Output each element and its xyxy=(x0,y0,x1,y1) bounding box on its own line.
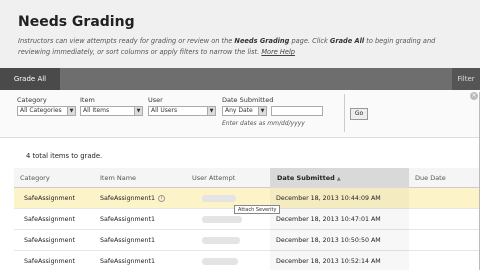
filter-divider xyxy=(344,94,345,132)
user-attempt-redacted xyxy=(202,237,240,244)
row-date-submitted: December 18, 2013 10:44:09 AM xyxy=(270,188,409,209)
date-format-hint: Enter dates as mm/dd/yyyy xyxy=(222,120,305,127)
category-select-value: All Categories xyxy=(20,107,62,114)
row-date-submitted: December 18, 2013 10:47:01 AM xyxy=(270,209,409,230)
row-category: SafeAssignment xyxy=(24,237,76,244)
column-header-date-submitted[interactable]: Date Submitted ▲ xyxy=(270,168,409,188)
date-select-value: Any Date xyxy=(225,107,253,114)
row-category: SafeAssignment xyxy=(24,216,76,223)
user-filter-label: User xyxy=(148,96,163,104)
chevron-down-icon: ▼ xyxy=(258,107,266,115)
table-header: Category Item Name User Attempt Date Sub… xyxy=(14,168,480,188)
chevron-down-icon: ▼ xyxy=(67,107,75,115)
filter-button[interactable]: Filter xyxy=(452,68,480,90)
user-attempt-redacted xyxy=(202,216,242,223)
chevron-down-icon: ▼ xyxy=(134,107,142,115)
category-filter-label: Category xyxy=(17,96,47,104)
date-submitted-label: Date Submitted xyxy=(277,174,335,182)
table-row[interactable]: SafeAssignment SafeAssignment1 December … xyxy=(14,251,480,270)
row-date-submitted: December 18, 2013 10:52:14 AM xyxy=(270,251,409,270)
close-icon[interactable]: × xyxy=(470,92,478,100)
row-item-label: SafeAssignment1 xyxy=(100,195,156,202)
row-item-name[interactable]: SafeAssignment1 xyxy=(100,251,155,270)
date-input[interactable] xyxy=(271,106,323,116)
date-filter-label: Date Submitted xyxy=(222,96,274,104)
grade-all-button[interactable]: Grade All xyxy=(0,68,60,90)
sort-ascending-icon: ▲ xyxy=(336,176,341,182)
action-bar: Grade All Filter xyxy=(0,68,480,90)
category-select[interactable]: All Categories ▼ xyxy=(17,106,76,116)
instructions-text: page. Click xyxy=(289,37,330,45)
item-select-value: All Items xyxy=(83,107,110,114)
table-row[interactable]: SafeAssignment SafeAssignment1 December … xyxy=(14,230,480,251)
page-header: Needs Grading Instructors can view attem… xyxy=(0,0,480,68)
row-category: SafeAssignment xyxy=(24,195,76,202)
filter-panel: Category All Categories ▼ Item All Items… xyxy=(0,90,480,138)
instructions-text: Instructors can view attempts ready for … xyxy=(18,37,235,45)
info-icon[interactable]: i xyxy=(158,194,166,202)
total-items-text: 4 total items to grade. xyxy=(26,152,103,160)
chevron-down-icon: ▼ xyxy=(207,107,215,115)
page-title: Needs Grading xyxy=(18,14,135,30)
column-header-item-name[interactable]: Item Name xyxy=(100,168,136,188)
date-select[interactable]: Any Date ▼ xyxy=(222,106,267,116)
column-header-due-date[interactable]: Due Date xyxy=(415,168,446,188)
go-button[interactable]: Go xyxy=(350,108,368,120)
instructions-page-name: Needs Grading xyxy=(234,37,290,45)
user-attempt-redacted xyxy=(202,195,236,202)
user-select-value: All Users xyxy=(151,107,178,114)
page-instructions: Instructors can view attempts ready for … xyxy=(18,36,458,58)
grading-table: Category Item Name User Attempt Date Sub… xyxy=(14,168,480,270)
more-help-link[interactable]: More Help xyxy=(261,48,295,56)
column-header-category[interactable]: Category xyxy=(20,168,50,188)
column-header-user-attempt[interactable]: User Attempt xyxy=(192,168,235,188)
row-item-name[interactable]: SafeAssignment1 xyxy=(100,230,155,251)
user-attempt-redacted xyxy=(202,258,238,265)
row-category: SafeAssignment xyxy=(24,258,76,265)
row-date-submitted: December 18, 2013 10:50:50 AM xyxy=(270,230,409,251)
instructions-grade-all: Grade All xyxy=(329,37,365,45)
row-item-name[interactable]: SafeAssignment1 xyxy=(100,209,155,230)
item-select[interactable]: All Items ▼ xyxy=(80,106,143,116)
row-item-name[interactable]: SafeAssignment1 i xyxy=(100,188,166,209)
user-select[interactable]: All Users ▼ xyxy=(148,106,216,116)
tooltip: Attach Severity xyxy=(234,205,281,214)
item-filter-label: Item xyxy=(80,96,95,104)
